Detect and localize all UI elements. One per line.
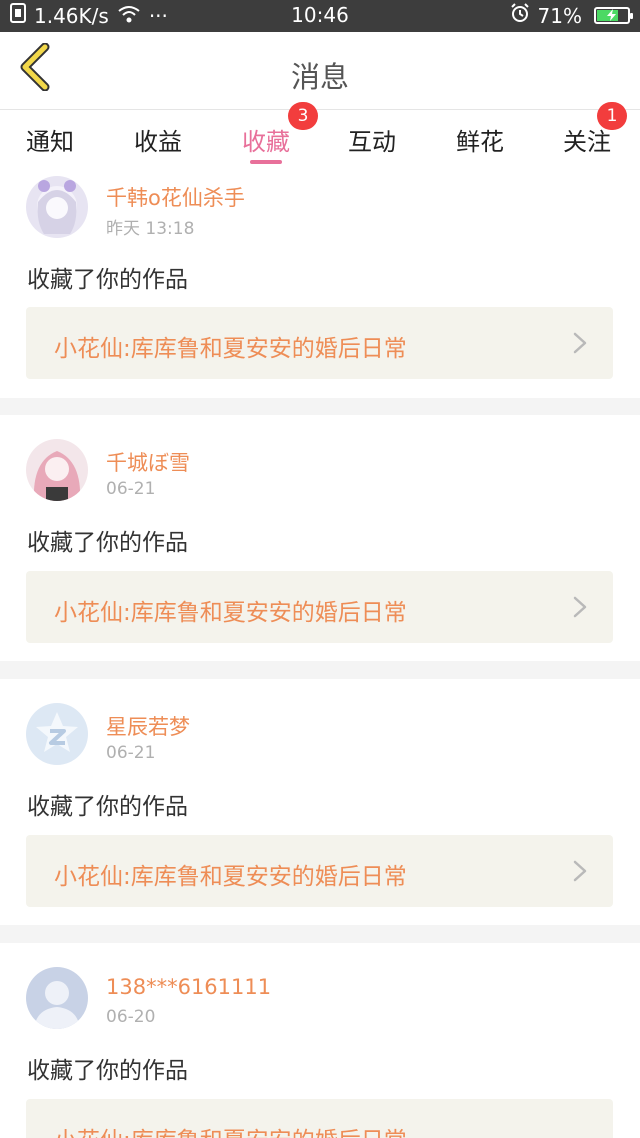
work-link[interactable]: 小花仙:库库鲁和夏安安的婚后日常: [26, 307, 613, 379]
page-title: 消息: [290, 60, 349, 94]
username[interactable]: 千城ぼ雪: [106, 447, 190, 477]
avatar[interactable]: [26, 703, 88, 765]
action-text: 收藏了你的作品: [27, 530, 188, 556]
chevron-right-icon: [569, 595, 591, 619]
work-title: 小花仙:库库鲁和夏安安的婚后日常: [54, 864, 407, 890]
work-link[interactable]: 小花仙:库库鲁和夏安安的婚后日常: [26, 571, 613, 643]
notification-item: 千韩o花仙杀手 昨天 13:18 收藏了你的作品 小花仙:库库鲁和夏安安的婚后日…: [0, 170, 640, 398]
timestamp: 06-21: [106, 479, 156, 499]
action-text: 收藏了你的作品: [27, 1058, 188, 1084]
work-title: 小花仙:库库鲁和夏安安的婚后日常: [54, 1121, 407, 1138]
tab-label: 鲜花: [456, 128, 504, 156]
follows-badge: 1: [597, 102, 627, 130]
chevron-right-icon: [569, 859, 591, 883]
tab-label: 互动: [348, 128, 396, 156]
avatar[interactable]: [26, 967, 88, 1029]
battery-charging-icon: [594, 7, 633, 24]
tab-label: 通知: [26, 128, 74, 156]
favorites-badge: 3: [288, 102, 318, 130]
action-text: 收藏了你的作品: [27, 794, 188, 820]
avatar[interactable]: [26, 439, 88, 501]
tab-flowers[interactable]: 鲜花: [456, 122, 504, 157]
tab-earnings[interactable]: 收益: [134, 122, 182, 157]
active-tab-indicator: [250, 160, 282, 164]
username[interactable]: 千韩o花仙杀手: [106, 182, 245, 212]
timestamp: 06-20: [106, 1007, 156, 1027]
timestamp: 06-21: [106, 743, 156, 763]
work-link[interactable]: 小花仙:库库鲁和夏安安的婚后日常: [26, 1099, 613, 1138]
avatar[interactable]: [26, 176, 88, 238]
work-title: 小花仙:库库鲁和夏安安的婚后日常: [54, 336, 407, 362]
work-title: 小花仙:库库鲁和夏安安的婚后日常: [54, 600, 407, 626]
tab-label: 收益: [134, 128, 182, 156]
timestamp: 昨天 13:18: [106, 219, 195, 239]
chevron-right-icon: [569, 331, 591, 355]
notification-item: 星辰若梦 06-21 收藏了你的作品 小花仙:库库鲁和夏安安的婚后日常: [0, 679, 640, 925]
notification-item: 138***6161111 06-20 收藏了你的作品 小花仙:库库鲁和夏安安的…: [0, 943, 640, 1138]
status-bar: 1.46K/s ··· 10:46 71%: [0, 0, 640, 32]
tab-notifications[interactable]: 通知: [26, 122, 74, 157]
tab-favorites[interactable]: 收藏 3: [242, 102, 318, 164]
alarm-icon: [510, 3, 530, 28]
tab-label: 收藏: [242, 128, 290, 156]
username[interactable]: 138***6161111: [106, 975, 271, 999]
status-right: 71%: [510, 3, 633, 28]
battery-percent: 71%: [537, 3, 582, 28]
tab-label: 关注: [563, 128, 611, 156]
tab-follows[interactable]: 关注 1: [563, 102, 627, 157]
tab-interactions[interactable]: 互动: [348, 122, 396, 157]
nav-header: 消息: [0, 32, 640, 110]
work-link[interactable]: 小花仙:库库鲁和夏安安的婚后日常: [26, 835, 613, 907]
action-text: 收藏了你的作品: [27, 267, 188, 293]
tab-bar: 通知 收益 收藏 3 互动 鲜花 关注 1: [0, 102, 640, 170]
username[interactable]: 星辰若梦: [106, 711, 190, 741]
notification-item: 千城ぼ雪 06-21 收藏了你的作品 小花仙:库库鲁和夏安安的婚后日常: [0, 415, 640, 661]
